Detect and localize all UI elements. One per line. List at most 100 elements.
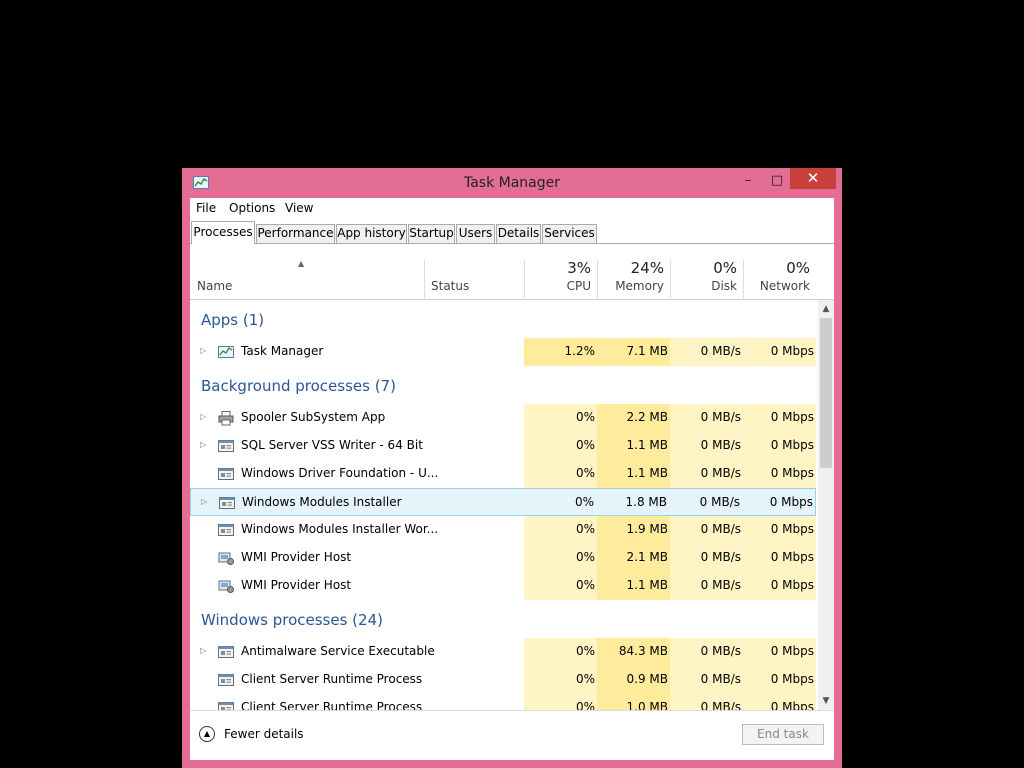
column-name-label: Name bbox=[197, 279, 233, 293]
tab-details[interactable]: Details bbox=[496, 224, 541, 243]
process-network-value: 0 Mbps bbox=[769, 495, 813, 509]
process-cpu-value: 0% bbox=[575, 438, 595, 452]
service-window-icon bbox=[218, 674, 234, 686]
process-row[interactable]: ▷ Windows Modules Installer 0% 1.8 MB 0 MB/s… bbox=[190, 488, 816, 516]
process-name: Windows Modules Installer Wor... bbox=[241, 522, 439, 536]
process-row[interactable]: Client Server Runtime Process 0% 0.9 MB 0 M… bbox=[190, 666, 816, 694]
column-disk[interactable]: 0% Disk bbox=[671, 244, 743, 299]
network-total: 0% bbox=[786, 259, 810, 277]
column-header: ▲ Name Status 3% CPU 24% Memory 0% Disk bbox=[190, 244, 834, 300]
collapse-chevron-icon[interactable]: ▲ bbox=[199, 726, 215, 742]
process-cpu-value: 0% bbox=[574, 495, 594, 509]
expand-arrow-icon[interactable]: ▷ bbox=[200, 412, 206, 421]
menu-bar: File Options View bbox=[190, 198, 834, 218]
process-memory-value: 0.9 MB bbox=[626, 672, 668, 686]
process-row[interactable]: ▷ Task Manager 1.2% 7.1 MB 0 MB/s 0 Mbps bbox=[190, 338, 816, 366]
process-cpu-value: 0% bbox=[575, 410, 595, 424]
tab-startup[interactable]: Startup bbox=[408, 224, 455, 243]
process-cpu-value: 0% bbox=[575, 700, 595, 710]
process-cpu-value: 0% bbox=[575, 522, 595, 536]
process-disk-value: 0 MB/s bbox=[700, 700, 741, 710]
process-memory-value: 1.1 MB bbox=[626, 578, 668, 592]
column-memory[interactable]: 24% Memory bbox=[598, 244, 670, 299]
scrollbar-thumb[interactable] bbox=[820, 318, 832, 468]
group-row-apps[interactable]: Apps (1) bbox=[190, 300, 816, 338]
service-window-icon bbox=[218, 646, 234, 658]
process-row[interactable]: ▷ SQL Server VSS Writer - 64 Bit 0% 1.1 MB 0… bbox=[190, 432, 816, 460]
column-network-label: Network bbox=[759, 279, 810, 293]
scroll-up-icon[interactable]: ▲ bbox=[818, 302, 834, 316]
column-disk-label: Disk bbox=[711, 279, 737, 293]
group-title-background: Background processes (7) bbox=[201, 377, 396, 395]
tab-performance[interactable]: Performance bbox=[256, 224, 335, 243]
column-cpu[interactable]: 3% CPU bbox=[525, 244, 597, 299]
process-cpu-value: 0% bbox=[575, 466, 595, 480]
process-network-value: 0 Mbps bbox=[770, 700, 814, 710]
tab-users[interactable]: Users bbox=[456, 224, 495, 243]
column-network[interactable]: 0% Network bbox=[744, 244, 816, 299]
group-row-background[interactable]: Background processes (7) bbox=[190, 366, 816, 404]
process-disk-value: 0 MB/s bbox=[700, 466, 741, 480]
expand-arrow-icon[interactable]: ▷ bbox=[201, 497, 207, 506]
column-name[interactable]: Name bbox=[190, 244, 424, 299]
service-window-icon bbox=[218, 524, 234, 536]
process-memory-value: 1.0 MB bbox=[626, 700, 668, 710]
column-status[interactable]: Status bbox=[425, 244, 524, 299]
close-button[interactable]: ✕ bbox=[790, 168, 836, 189]
process-row[interactable]: ▷ Antimalware Service Executable 0% 84.3 MB… bbox=[190, 638, 816, 666]
process-network-value: 0 Mbps bbox=[770, 410, 814, 424]
expand-arrow-icon[interactable]: ▷ bbox=[200, 646, 206, 655]
process-row[interactable]: WMI Provider Host 0% 2.1 MB 0 MB/s 0 Mbps bbox=[190, 544, 816, 572]
process-cpu-value: 0% bbox=[575, 550, 595, 564]
process-disk-value: 0 MB/s bbox=[700, 644, 741, 658]
menu-options[interactable]: Options bbox=[229, 201, 275, 215]
process-row[interactable]: ▷ Spooler SubSystem App 0% 2.2 MB 0 MB/s 0 Mb… bbox=[190, 404, 816, 432]
process-memory-value: 2.2 MB bbox=[626, 410, 668, 424]
process-memory-value: 1.1 MB bbox=[626, 438, 668, 452]
minimize-button[interactable]: – bbox=[738, 170, 758, 192]
tab-app-history[interactable]: App history bbox=[336, 224, 407, 243]
process-network-value: 0 Mbps bbox=[770, 578, 814, 592]
end-task-button[interactable]: End task bbox=[742, 724, 824, 745]
service-window-icon bbox=[218, 702, 234, 710]
process-memory-value: 7.1 MB bbox=[626, 344, 668, 358]
process-network-value: 0 Mbps bbox=[770, 672, 814, 686]
memory-total: 24% bbox=[630, 259, 664, 277]
process-row[interactable]: Windows Driver Foundation - U... 0% 1.1 MB… bbox=[190, 460, 816, 488]
expand-arrow-icon[interactable]: ▷ bbox=[200, 346, 206, 355]
process-network-value: 0 Mbps bbox=[770, 644, 814, 658]
process-disk-value: 0 MB/s bbox=[700, 672, 741, 686]
group-row-windows[interactable]: Windows processes (24) bbox=[190, 600, 816, 638]
menu-view[interactable]: View bbox=[285, 201, 313, 215]
column-memory-label: Memory bbox=[615, 279, 664, 293]
group-title-apps: Apps (1) bbox=[201, 311, 265, 329]
process-row[interactable]: Client Server Runtime Process 0% 1.0 MB 0 M… bbox=[190, 694, 816, 710]
process-memory-value: 1.1 MB bbox=[626, 466, 668, 480]
process-name: Client Server Runtime Process bbox=[241, 700, 423, 710]
menu-file[interactable]: File bbox=[196, 201, 216, 215]
process-name: WMI Provider Host bbox=[241, 578, 352, 592]
vertical-scrollbar[interactable]: ▲ ▼ bbox=[818, 300, 834, 710]
service-window-icon bbox=[219, 497, 235, 509]
process-name: WMI Provider Host bbox=[241, 550, 352, 564]
group-title-windows: Windows processes (24) bbox=[201, 611, 383, 629]
expand-arrow-icon[interactable]: ▷ bbox=[200, 440, 206, 449]
process-disk-value: 0 MB/s bbox=[700, 410, 741, 424]
process-row[interactable]: WMI Provider Host 0% 1.1 MB 0 MB/s 0 Mbps bbox=[190, 572, 816, 600]
tab-processes[interactable]: Processes bbox=[191, 221, 255, 244]
process-network-value: 0 Mbps bbox=[770, 550, 814, 564]
task-manager-window: Task Manager – □ ✕ File Options View Pro… bbox=[182, 168, 842, 768]
process-memory-value: 1.8 MB bbox=[625, 495, 667, 509]
title-bar[interactable]: Task Manager – □ ✕ bbox=[182, 168, 842, 198]
client-area: File Options View Processes Performance … bbox=[190, 198, 834, 760]
process-cpu-value: 0% bbox=[575, 644, 595, 658]
maximize-button[interactable]: □ bbox=[767, 170, 787, 192]
fewer-details-link[interactable]: Fewer details bbox=[224, 727, 304, 741]
tab-strip: Processes Performance App history Startu… bbox=[190, 218, 834, 244]
process-name: Task Manager bbox=[241, 344, 324, 358]
process-row[interactable]: Windows Modules Installer Wor... 0% 1.9 MB… bbox=[190, 516, 816, 544]
scroll-down-icon[interactable]: ▼ bbox=[818, 694, 834, 708]
tab-services[interactable]: Services bbox=[542, 224, 597, 243]
process-network-value: 0 Mbps bbox=[770, 522, 814, 536]
process-memory-value: 2.1 MB bbox=[626, 550, 668, 564]
